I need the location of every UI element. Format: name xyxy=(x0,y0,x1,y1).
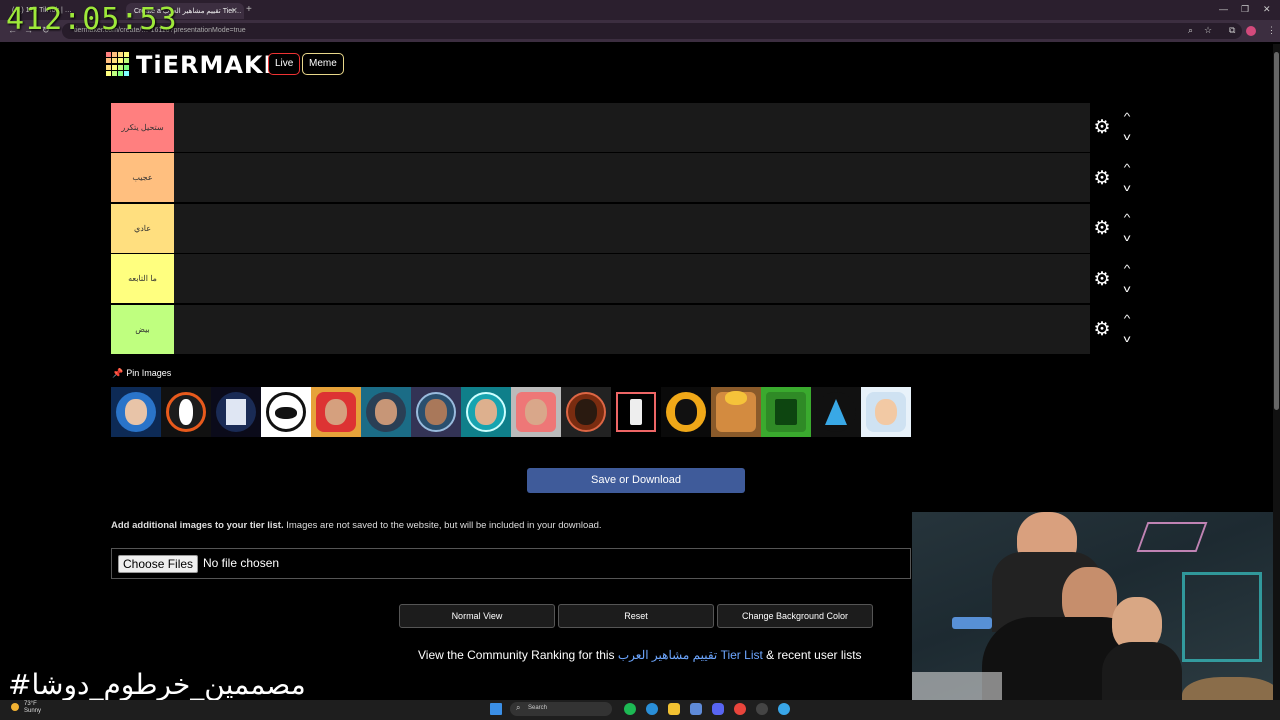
taskbar-search-label: Search xyxy=(528,705,548,711)
draggable-image[interactable] xyxy=(511,387,561,437)
taskbar-search-box[interactable]: Search xyxy=(510,702,612,716)
draggable-image[interactable] xyxy=(461,387,511,437)
change-background-color-button[interactable]: Change Background Color xyxy=(717,604,873,628)
tier-label[interactable]: ما التابعه xyxy=(111,254,174,303)
community-ranking-text: View the Community Ranking for this تقيي… xyxy=(418,648,862,662)
close-window-icon[interactable]: ✕ xyxy=(1263,4,1271,15)
move-up-icon[interactable]: ^ xyxy=(1117,111,1137,125)
minimize-icon[interactable]: — xyxy=(1219,4,1228,14)
draggable-image[interactable] xyxy=(761,387,811,437)
draggable-image[interactable] xyxy=(411,387,461,437)
zoom-icon[interactable]: ⌕ xyxy=(1188,25,1193,36)
url-input[interactable]: tiermaker.com/create/…-16116?presentatio… xyxy=(62,23,1242,39)
image-pool xyxy=(111,387,911,437)
extensions-icon[interactable]: ⧉ xyxy=(1229,25,1235,36)
maximize-icon[interactable]: ❐ xyxy=(1241,4,1249,15)
add-images-hint-bold: Add additional images to your tier list. xyxy=(111,520,284,531)
os-taskbar xyxy=(0,700,1280,720)
community-suffix: & recent user lists xyxy=(766,648,862,662)
webcam-overlay xyxy=(912,512,1280,720)
draggable-image[interactable] xyxy=(561,387,611,437)
tier-row[interactable]: ما التابعه xyxy=(111,254,1090,304)
windows-start-icon[interactable] xyxy=(490,703,502,715)
file-explorer-icon[interactable] xyxy=(668,703,680,715)
weather-sun-icon[interactable] xyxy=(11,703,19,711)
move-down-icon[interactable]: v xyxy=(1117,131,1137,145)
tier-label[interactable]: بيض xyxy=(111,305,174,354)
app-icon[interactable] xyxy=(778,703,790,715)
draggable-image[interactable] xyxy=(111,387,161,437)
weather-temp: 73°F xyxy=(24,701,37,707)
draggable-image[interactable] xyxy=(661,387,711,437)
community-prefix: View the Community Ranking for this xyxy=(418,648,615,662)
draggable-image[interactable] xyxy=(211,387,261,437)
move-up-icon[interactable]: ^ xyxy=(1117,313,1137,327)
add-images-hint: Add additional images to your tier list.… xyxy=(111,520,602,531)
pin-images-label: Pin Images xyxy=(126,368,172,378)
weather-desc: Sunny xyxy=(24,708,42,714)
tier-settings-gear-icon[interactable]: ⚙ xyxy=(1093,169,1111,188)
tier-row[interactable]: ستحيل يتكرر xyxy=(111,103,1090,153)
draggable-image[interactable] xyxy=(161,387,211,437)
draggable-image[interactable] xyxy=(361,387,411,437)
tier-label[interactable]: عجيب xyxy=(111,153,174,202)
normal-view-button[interactable]: Normal View xyxy=(399,604,555,628)
stream-timer: 412:05:53 xyxy=(6,2,178,37)
search-icon: ⌕ xyxy=(516,703,521,712)
add-images-hint-rest: Images are not saved to the website, but… xyxy=(286,520,602,531)
move-down-icon[interactable]: v xyxy=(1117,333,1137,347)
draggable-image[interactable] xyxy=(611,387,661,437)
copilot-icon[interactable] xyxy=(690,703,702,715)
draggable-image[interactable] xyxy=(711,387,761,437)
page-scrollbar-thumb[interactable] xyxy=(1274,52,1279,410)
move-down-icon[interactable]: v xyxy=(1117,283,1137,297)
tier-row[interactable]: عادي xyxy=(111,204,1090,254)
file-status-text: No file chosen xyxy=(203,556,280,570)
move-up-icon[interactable]: ^ xyxy=(1117,263,1137,277)
tier-settings-gear-icon[interactable]: ⚙ xyxy=(1093,320,1111,339)
tier-label[interactable]: عادي xyxy=(111,204,174,253)
spotify-icon[interactable] xyxy=(624,703,636,715)
draggable-image[interactable] xyxy=(861,387,911,437)
save-or-download-button[interactable]: Save or Download xyxy=(527,468,745,493)
edge-icon[interactable] xyxy=(646,703,658,715)
tier-row[interactable]: بيض xyxy=(111,305,1090,355)
draggable-image[interactable] xyxy=(311,387,361,437)
move-up-icon[interactable]: ^ xyxy=(1117,212,1137,226)
chrome-icon[interactable] xyxy=(734,703,746,715)
tier-settings-gear-icon[interactable]: ⚙ xyxy=(1093,118,1111,137)
choose-files-button[interactable]: Choose Files xyxy=(118,555,199,573)
tier-row[interactable]: عجيب xyxy=(111,153,1090,203)
tier-settings-gear-icon[interactable]: ⚙ xyxy=(1093,219,1111,238)
profile-avatar[interactable] xyxy=(1246,26,1256,36)
tier-label[interactable]: ستحيل يتكرر xyxy=(111,103,174,152)
discord-icon[interactable] xyxy=(712,703,724,715)
tab-close-icon[interactable]: ✕ xyxy=(231,6,238,15)
pin-icon: 📌 xyxy=(112,368,124,378)
tier-list-link[interactable]: تقييم مشاهير العرب Tier List xyxy=(618,648,763,662)
move-down-icon[interactable]: v xyxy=(1117,232,1137,246)
stream-overlay-hashtag: #مصممين_خرطوم_دوشا xyxy=(8,668,306,701)
bookmark-star-icon[interactable]: ☆ xyxy=(1204,25,1212,36)
obs-icon[interactable] xyxy=(756,703,768,715)
draggable-image[interactable] xyxy=(261,387,311,437)
meme-button[interactable]: Meme xyxy=(302,53,344,75)
draggable-image[interactable] xyxy=(811,387,861,437)
move-down-icon[interactable]: v xyxy=(1117,182,1137,196)
reset-button[interactable]: Reset xyxy=(558,604,714,628)
weather-widget[interactable]: 73°F Sunny xyxy=(24,701,41,715)
pin-images-toggle[interactable]: 📌 Pin Images xyxy=(112,368,171,379)
tier-settings-gear-icon[interactable]: ⚙ xyxy=(1093,270,1111,289)
new-tab-button[interactable]: + xyxy=(246,4,252,15)
move-up-icon[interactable]: ^ xyxy=(1117,162,1137,176)
live-button[interactable]: Live xyxy=(268,53,301,75)
tiermaker-logo-icon[interactable] xyxy=(106,52,130,76)
menu-kebab-icon[interactable]: ⋮ xyxy=(1267,25,1276,36)
